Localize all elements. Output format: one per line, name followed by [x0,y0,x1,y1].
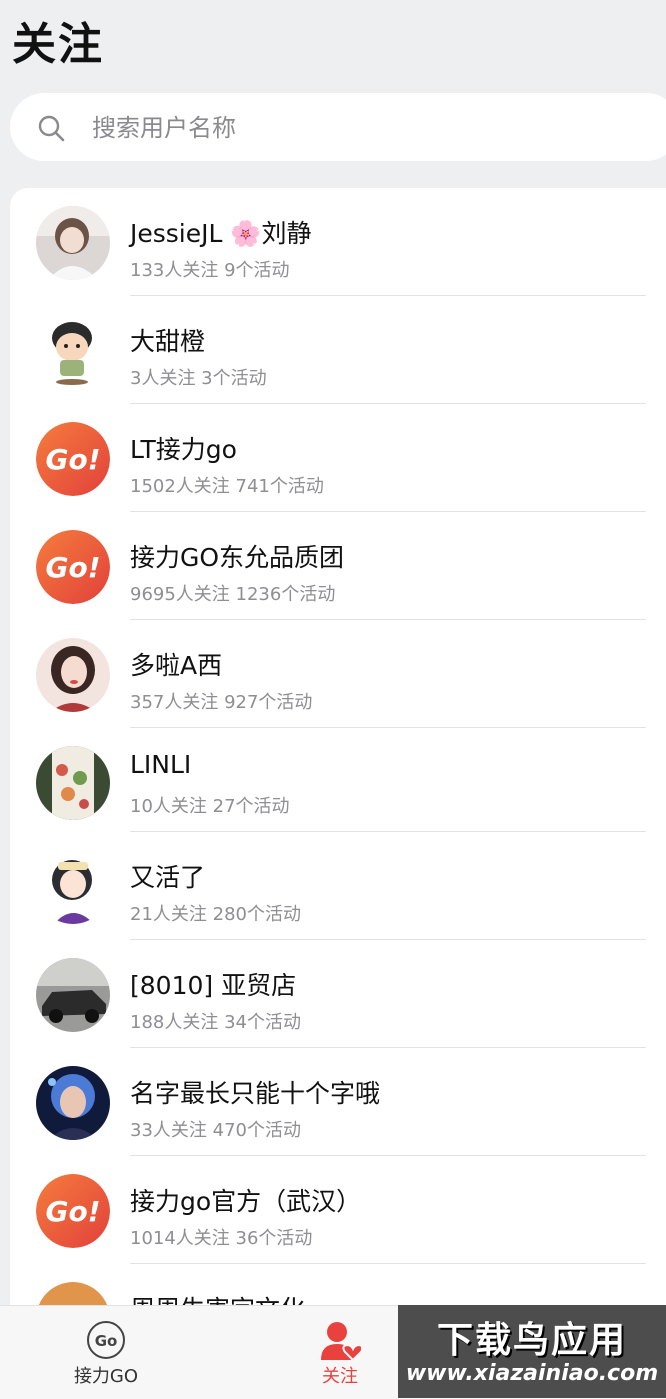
svg-text:Go!: Go! [46,551,101,584]
user-stats: 188人关注 34个活动 [130,1012,301,1033]
user-stats: 3人关注 3个活动 [130,368,267,389]
user-name: 又活了 [130,863,206,892]
user-stats: 133人关注 9个活动 [130,260,290,281]
search-icon [38,115,65,142]
user-name: 接力GO东允品质团 [130,543,345,572]
page-title: 关注 [12,19,104,70]
svg-text:Go!: Go! [46,1195,101,1228]
svg-text:Go: Go [95,1332,118,1350]
user-stats: 33人关注 470个活动 [130,1120,301,1141]
list-item[interactable]: Go! LT接力go 1502人关注 741个活动 [10,404,666,512]
person-heart-icon [321,1322,361,1362]
user-name: 接力go官方（武汉） [130,1187,362,1216]
avatar [36,314,110,388]
avatar [36,206,110,280]
watermark-url: www.xiazainiao.com [405,1361,659,1386]
tab-label: 接力GO [73,1366,139,1387]
user-stats: 1502人关注 741个活动 [130,476,324,497]
follow-list: JessieJL 🌸刘静 133人关注 9个活动 大甜橙 3人关注 3个活动 G… [10,188,666,1388]
tab-label: 关注 [322,1366,358,1387]
user-name: 多啦A西 [130,651,223,680]
go-logo-avatar: Go! [36,1174,110,1248]
avatar [36,850,110,924]
go-badge-icon: Go [87,1321,125,1359]
list-item[interactable]: 名字最长只能十个字哦 33人关注 470个活动 [10,1048,666,1156]
list-item[interactable]: 多啦A西 357人关注 927个活动 [10,620,666,728]
go-logo-avatar: Go! [36,422,110,496]
list-item[interactable]: JessieJL 🌸刘静 133人关注 9个活动 [10,188,666,296]
user-name: JessieJL 🌸刘静 [130,219,312,248]
user-stats: 10人关注 27个活动 [130,796,290,817]
list-item[interactable]: [8010] 亚贸店 188人关注 34个活动 [10,940,666,1048]
user-name: LT接力go [130,435,237,464]
list-item[interactable]: Go! 接力go官方（武汉） 1014人关注 36个活动 [10,1156,666,1264]
user-stats: 357人关注 927个活动 [130,692,313,713]
search-input[interactable] [90,107,554,149]
user-name: LINLI [130,750,192,779]
go-logo-avatar: Go! [36,530,110,604]
list-item[interactable]: 大甜橙 3人关注 3个活动 [10,296,666,404]
watermark: 下载鸟应用 www.xiazainiao.com [398,1305,666,1398]
list-item[interactable]: 又活了 21人关注 280个活动 [10,832,666,940]
tab-jieli-go[interactable]: Go 接力GO [36,1306,176,1399]
user-stats: 21人关注 280个活动 [130,904,301,925]
avatar [36,958,110,1032]
user-stats: 1014人关注 36个活动 [130,1228,313,1249]
svg-text:Go!: Go! [46,443,101,476]
avatar [36,1066,110,1140]
user-name: 名字最长只能十个字哦 [130,1079,381,1108]
list-item[interactable]: LINLI 10人关注 27个活动 [10,728,666,832]
tab-follow[interactable]: 关注 [270,1306,410,1399]
user-name: 大甜橙 [130,327,206,356]
user-stats: 9695人关注 1236个活动 [130,584,336,605]
watermark-title: 下载鸟应用 [436,1320,627,1361]
avatar [36,746,110,820]
user-name: [8010] 亚贸店 [130,971,297,1000]
search-bar[interactable] [10,93,666,161]
avatar [36,638,110,712]
list-item[interactable]: Go! 接力GO东允品质团 9695人关注 1236个活动 [10,512,666,620]
